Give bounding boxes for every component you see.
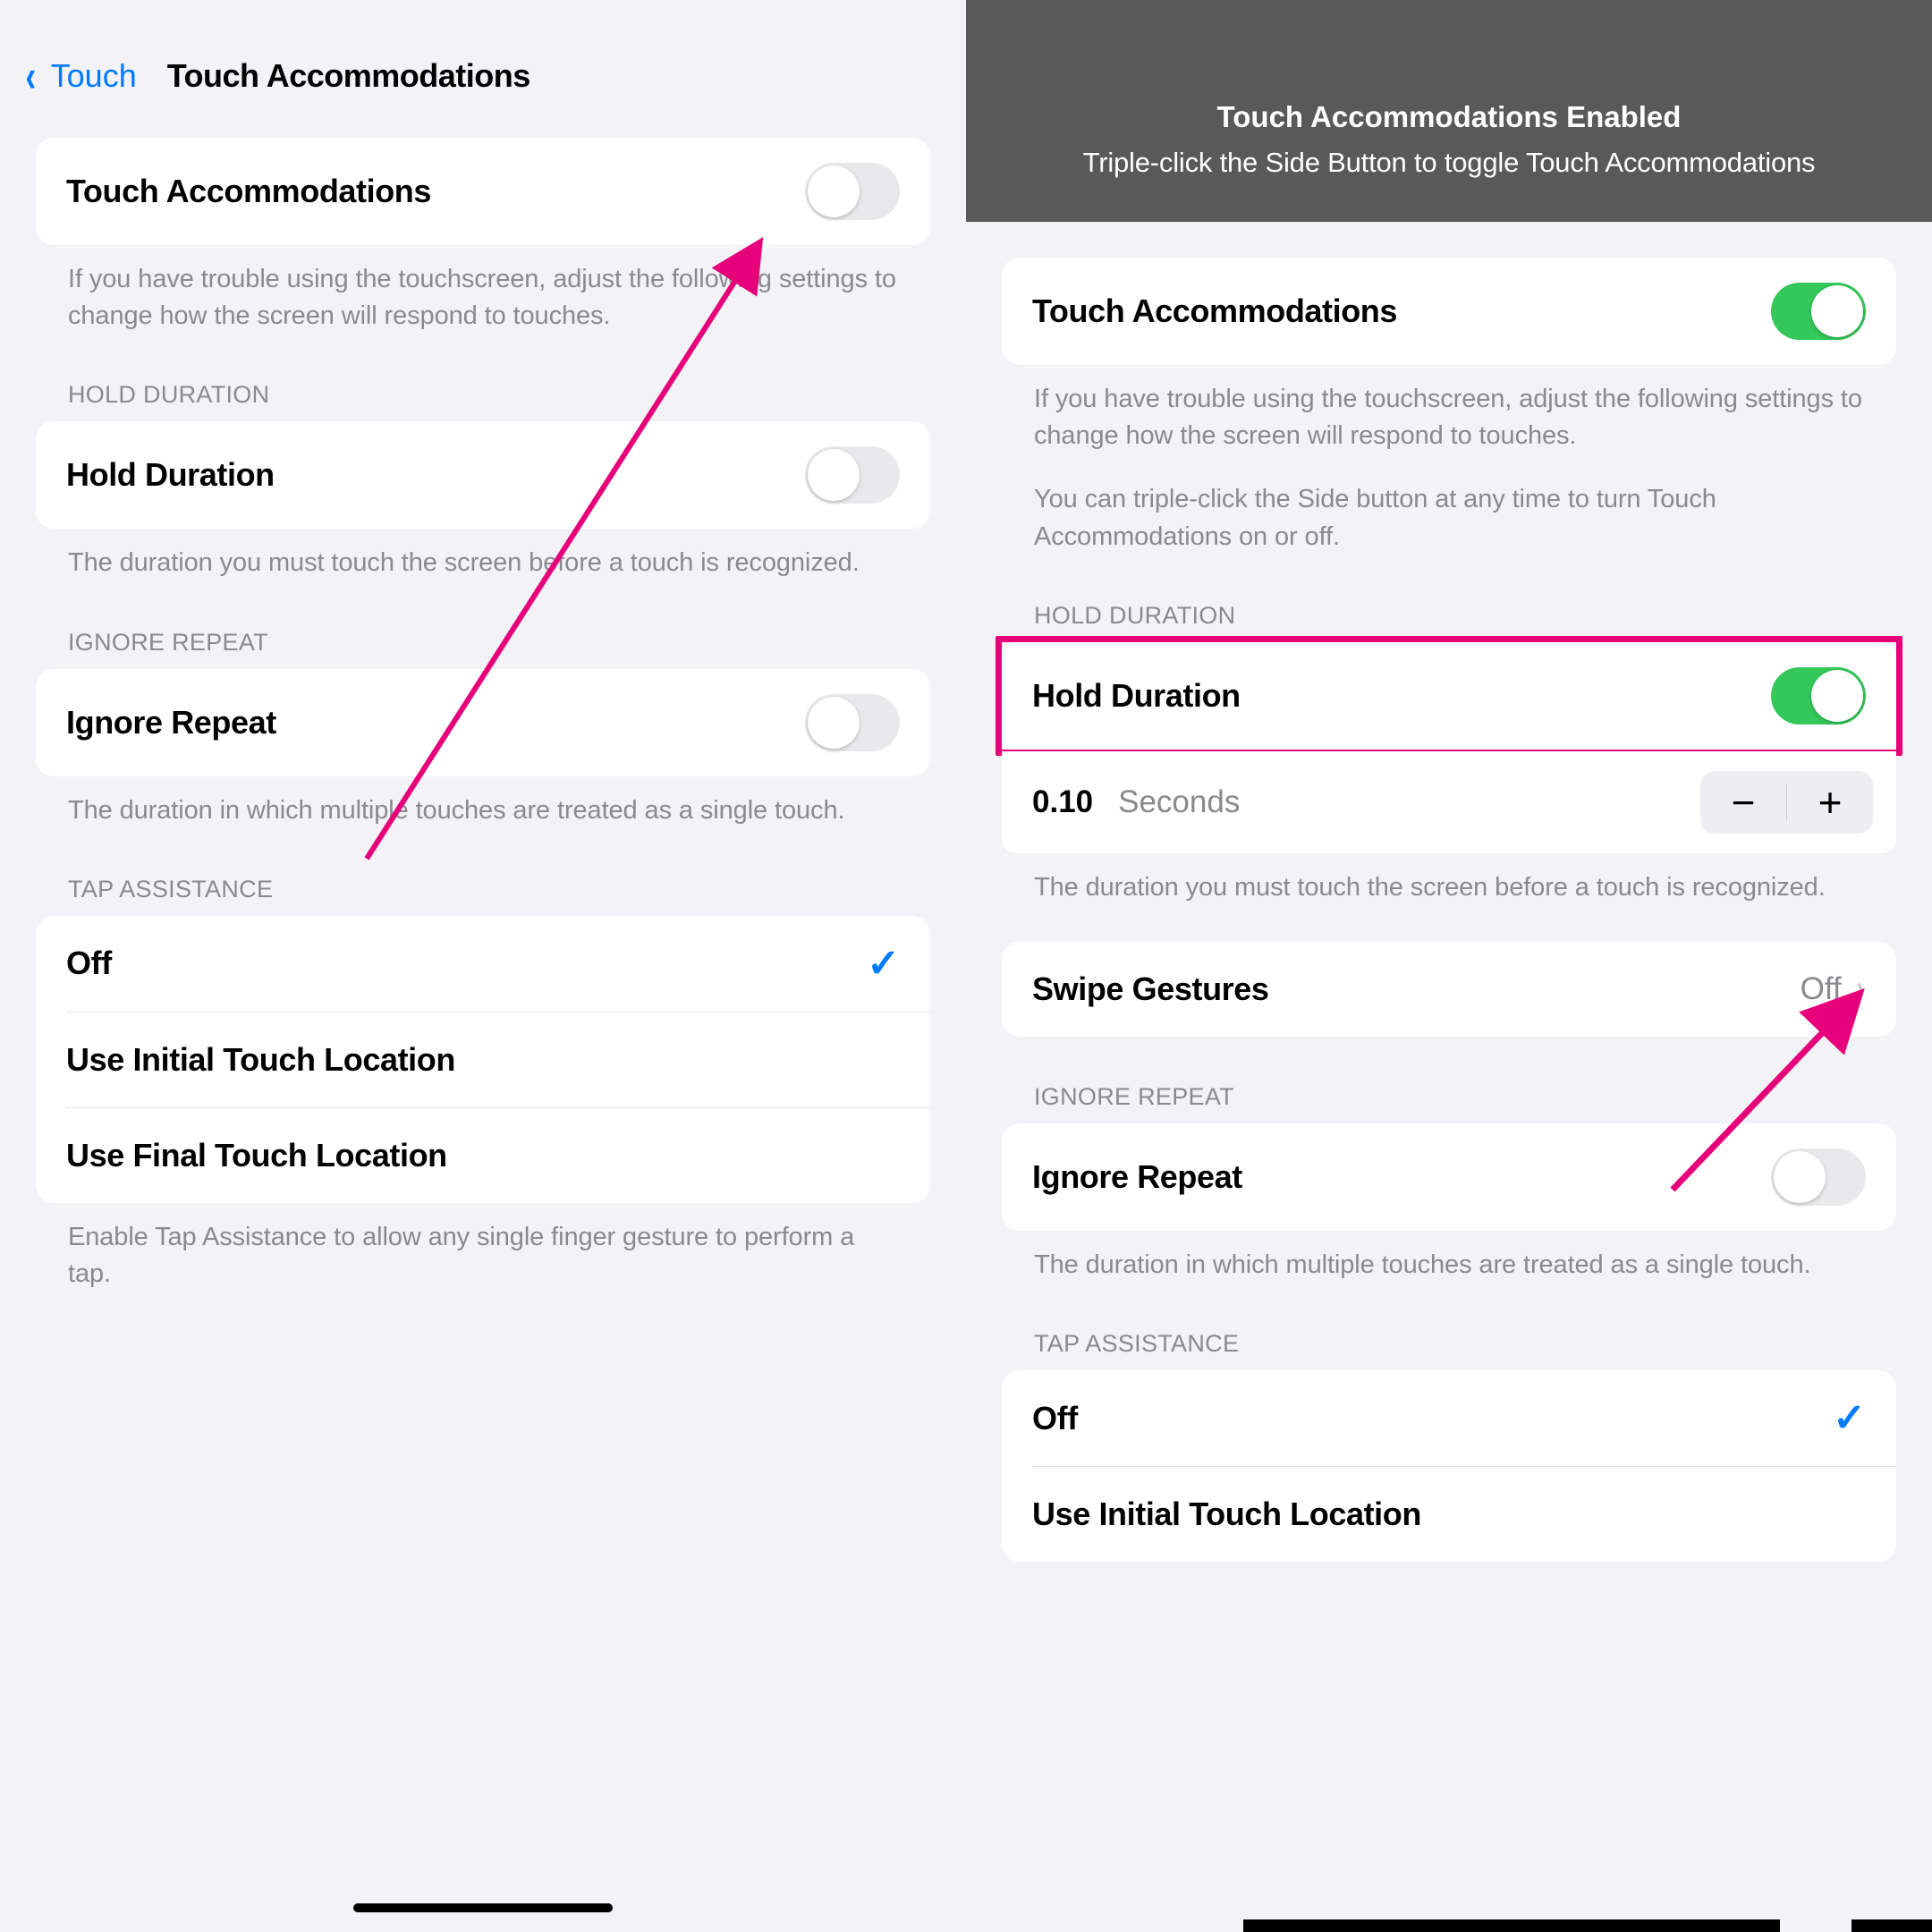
touch-accommodations-toggle[interactable] xyxy=(1771,283,1866,340)
tap-off-row[interactable]: Off ✓ xyxy=(1002,1370,1896,1466)
ignore-repeat-label: Ignore Repeat xyxy=(66,704,276,741)
hold-duration-header: HOLD DURATION xyxy=(1002,555,1896,642)
hold-duration-label: Hold Duration xyxy=(66,456,275,494)
ignore-repeat-footer: The duration in which multiple touches a… xyxy=(36,776,930,829)
ignore-repeat-toggle[interactable] xyxy=(805,694,900,751)
tap-assistance-card: Off ✓ Use Initial Touch Location Use Fin… xyxy=(36,916,930,1203)
banner-title: Touch Accommodations Enabled xyxy=(993,100,1905,134)
tap-initial-row[interactable]: Use Initial Touch Location xyxy=(1002,1467,1896,1562)
hold-duration-card: Hold Duration xyxy=(1002,642,1896,750)
highlight-annotation: Hold Duration xyxy=(996,636,1902,756)
tap-final-label: Use Final Touch Location xyxy=(66,1137,447,1174)
touch-accommodations-row[interactable]: Touch Accommodations xyxy=(36,138,930,245)
banner-subtitle: Triple-click the Side Button to toggle T… xyxy=(993,147,1905,179)
hold-duration-header: HOLD DURATION xyxy=(36,335,930,421)
tap-final-row[interactable]: Use Final Touch Location xyxy=(36,1108,930,1203)
hold-duration-footer: The duration you must touch the screen b… xyxy=(36,529,930,581)
hold-duration-toggle[interactable] xyxy=(805,446,900,504)
tap-initial-label: Use Initial Touch Location xyxy=(66,1041,455,1079)
touch-accommodations-label: Touch Accommodations xyxy=(66,173,431,210)
ignore-repeat-row[interactable]: Ignore Repeat xyxy=(1002,1123,1896,1231)
ignore-repeat-card: Ignore Repeat xyxy=(1002,1123,1896,1231)
checkmark-icon: ✓ xyxy=(867,941,900,987)
swipe-gestures-card: Swipe Gestures Off › xyxy=(1002,942,1896,1037)
touch-accommodations-footer2: You can triple-click the Side button at … xyxy=(1002,454,1896,555)
overlay-banner: Touch Accommodations Enabled Triple-clic… xyxy=(966,0,1932,222)
hold-duration-row[interactable]: Hold Duration xyxy=(36,421,930,529)
touch-accommodations-card: Touch Accommodations xyxy=(36,138,930,245)
tap-initial-label: Use Initial Touch Location xyxy=(1032,1496,1421,1533)
swipe-gestures-value: Off xyxy=(1801,971,1842,1007)
tap-assistance-card: Off ✓ Use Initial Touch Location xyxy=(1002,1370,1896,1562)
bottom-black-bar xyxy=(1852,1919,1932,1932)
ignore-repeat-toggle[interactable] xyxy=(1771,1148,1866,1206)
checkmark-icon: ✓ xyxy=(1833,1395,1866,1441)
hold-duration-unit: Seconds xyxy=(1118,784,1675,820)
tap-initial-row[interactable]: Use Initial Touch Location xyxy=(36,1013,930,1107)
hold-duration-stepper-card: 0.10 Seconds − + xyxy=(1002,751,1896,853)
touch-accommodations-card: Touch Accommodations xyxy=(1002,258,1896,365)
ignore-repeat-card: Ignore Repeat xyxy=(36,669,930,776)
hold-duration-card: Hold Duration xyxy=(36,421,930,529)
tap-off-row[interactable]: Off ✓ xyxy=(36,916,930,1012)
stepper: − + xyxy=(1700,771,1873,834)
stepper-minus-button[interactable]: − xyxy=(1700,771,1786,834)
right-screenshot: Touch Accommodations Enabled Triple-clic… xyxy=(966,0,1932,1932)
touch-accommodations-footer: If you have trouble using the touchscree… xyxy=(36,245,930,335)
bottom-black-bar xyxy=(1243,1919,1780,1932)
hold-duration-value: 0.10 xyxy=(1032,784,1093,820)
page-title: Touch Accommodations xyxy=(167,57,530,95)
swipe-gestures-row[interactable]: Swipe Gestures Off › xyxy=(1002,942,1896,1037)
tap-off-label: Off xyxy=(66,945,112,982)
tap-assistance-header: TAP ASSISTANCE xyxy=(36,829,930,916)
nav-back-label[interactable]: Touch xyxy=(51,57,137,95)
home-indicator[interactable] xyxy=(353,1903,613,1912)
hold-duration-footer: The duration you must touch the screen b… xyxy=(1002,853,1896,906)
ignore-repeat-footer: The duration in which multiple touches a… xyxy=(1002,1231,1896,1284)
hold-duration-stepper-row: 0.10 Seconds − + xyxy=(1002,751,1896,853)
hold-duration-toggle[interactable] xyxy=(1771,667,1866,724)
tap-off-label: Off xyxy=(1032,1400,1078,1437)
hold-duration-row[interactable]: Hold Duration xyxy=(1002,642,1896,750)
tap-assistance-footer: Enable Tap Assistance to allow any singl… xyxy=(36,1203,930,1292)
touch-accommodations-row[interactable]: Touch Accommodations xyxy=(1002,258,1896,365)
nav-bar: ‹ Touch Touch Accommodations xyxy=(0,0,966,138)
tap-assistance-header: TAP ASSISTANCE xyxy=(1002,1284,1896,1370)
hold-duration-label: Hold Duration xyxy=(1032,677,1241,715)
back-chevron-icon[interactable]: ‹ xyxy=(25,50,36,102)
ignore-repeat-row[interactable]: Ignore Repeat xyxy=(36,669,930,776)
touch-accommodations-label: Touch Accommodations xyxy=(1032,292,1397,330)
touch-accommodations-footer1: If you have trouble using the touchscree… xyxy=(1002,365,1896,454)
ignore-repeat-header: IGNORE REPEAT xyxy=(1002,1037,1896,1123)
ignore-repeat-header: IGNORE REPEAT xyxy=(36,582,930,669)
chevron-right-icon: › xyxy=(1856,969,1863,1009)
left-screenshot: ‹ Touch Touch Accommodations Touch Accom… xyxy=(0,0,966,1932)
ignore-repeat-label: Ignore Repeat xyxy=(1032,1158,1242,1196)
swipe-gestures-label: Swipe Gestures xyxy=(1032,970,1269,1008)
touch-accommodations-toggle[interactable] xyxy=(805,163,900,220)
stepper-plus-button[interactable]: + xyxy=(1787,771,1873,834)
